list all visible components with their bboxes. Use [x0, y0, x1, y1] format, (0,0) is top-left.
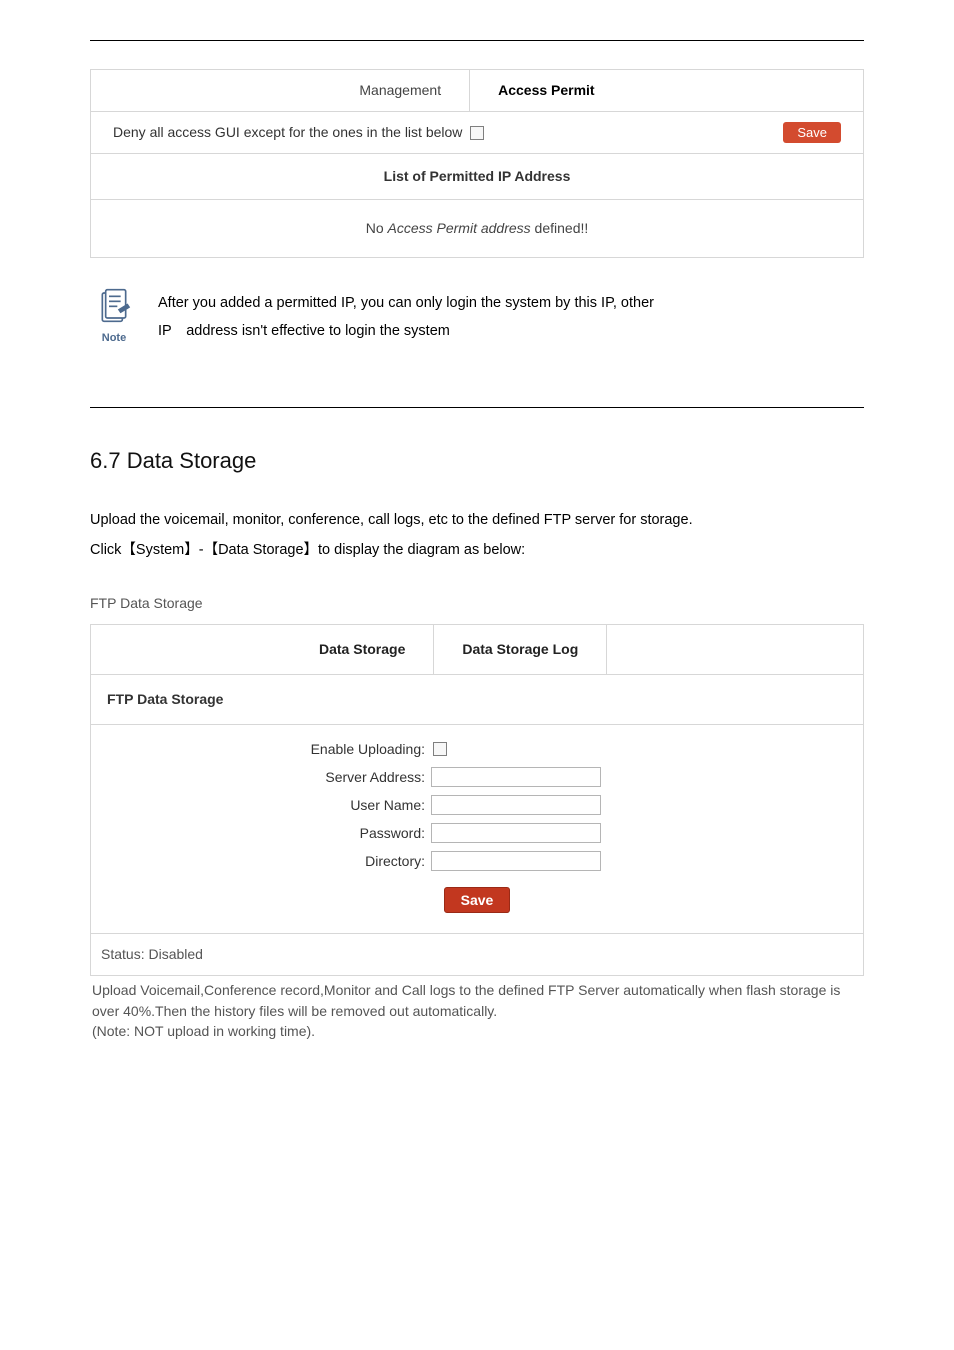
user-name-input[interactable]	[431, 795, 601, 815]
ftp-footer-line1: Upload Voicemail,Conference record,Monit…	[92, 980, 862, 1021]
top-rule	[90, 40, 864, 41]
tab-data-storage[interactable]: Data Storage	[291, 625, 434, 674]
password-input[interactable]	[431, 823, 601, 843]
ftp-save-button[interactable]: Save	[444, 887, 511, 913]
section-para2: Click【System】-【Data Storage】to display t…	[90, 535, 864, 565]
empty-italic: Access Permit address	[388, 220, 531, 236]
label-enable-uploading: Enable Uploading:	[91, 739, 431, 760]
ftp-caption: FTP Data Storage	[90, 593, 864, 614]
ftp-panel: Data Storage Data Storage Log FTP Data S…	[90, 624, 864, 976]
deny-checkbox[interactable]	[470, 126, 484, 140]
ftp-tab-spacer-left	[91, 625, 291, 674]
empty-suffix: defined!!	[531, 220, 589, 236]
ftp-group-header: FTP Data Storage	[91, 675, 863, 725]
ftp-form: Enable Uploading: Server Address: User N…	[91, 725, 863, 934]
note-block: Note After you added a permitted IP, you…	[90, 288, 864, 347]
note-line1: After you added a permitted IP, you can …	[158, 290, 654, 318]
tab-data-storage-log[interactable]: Data Storage Log	[434, 625, 607, 674]
label-server-address: Server Address:	[91, 767, 431, 788]
server-address-input[interactable]	[431, 767, 601, 787]
access-permit-tabs: Management Access Permit	[91, 70, 863, 112]
tab-access-permit[interactable]: Access Permit	[470, 70, 623, 111]
permitted-list-empty: No Access Permit address defined!!	[91, 200, 863, 257]
save-button[interactable]: Save	[783, 122, 841, 143]
access-permit-panel: Management Access Permit Deny all access…	[90, 69, 864, 258]
ftp-tab-spacer-right	[607, 625, 863, 674]
empty-prefix: No	[366, 220, 388, 236]
ftp-status: Status: Disabled	[91, 934, 863, 975]
enable-uploading-checkbox[interactable]	[433, 742, 447, 756]
note-line2: IP address isn't effective to login the …	[158, 318, 654, 346]
section-heading: 6.7 Data Storage	[90, 444, 864, 477]
deny-label: Deny all access GUI except for the ones …	[113, 122, 462, 143]
ftp-tabs: Data Storage Data Storage Log	[91, 625, 863, 675]
tab-management[interactable]: Management	[331, 70, 470, 111]
label-password: Password:	[91, 823, 431, 844]
label-user-name: User Name:	[91, 795, 431, 816]
section-body: Upload the voicemail, monitor, conferenc…	[90, 505, 864, 566]
mid-rule	[90, 407, 864, 408]
section-para1: Upload the voicemail, monitor, conferenc…	[90, 505, 864, 535]
deny-row: Deny all access GUI except for the ones …	[91, 112, 863, 154]
permitted-list-header: List of Permitted IP Address	[91, 154, 863, 200]
directory-input[interactable]	[431, 851, 601, 871]
note-icon: Note	[90, 288, 138, 347]
note-text: After you added a permitted IP, you can …	[158, 288, 654, 345]
label-directory: Directory:	[91, 851, 431, 872]
ftp-footer: Upload Voicemail,Conference record,Monit…	[90, 976, 864, 1041]
ftp-footer-line2: (Note: NOT upload in working time).	[92, 1021, 862, 1041]
ftp-storage-shot: FTP Data Storage Data Storage Data Stora…	[90, 593, 864, 1041]
note-icon-label: Note	[102, 330, 126, 347]
